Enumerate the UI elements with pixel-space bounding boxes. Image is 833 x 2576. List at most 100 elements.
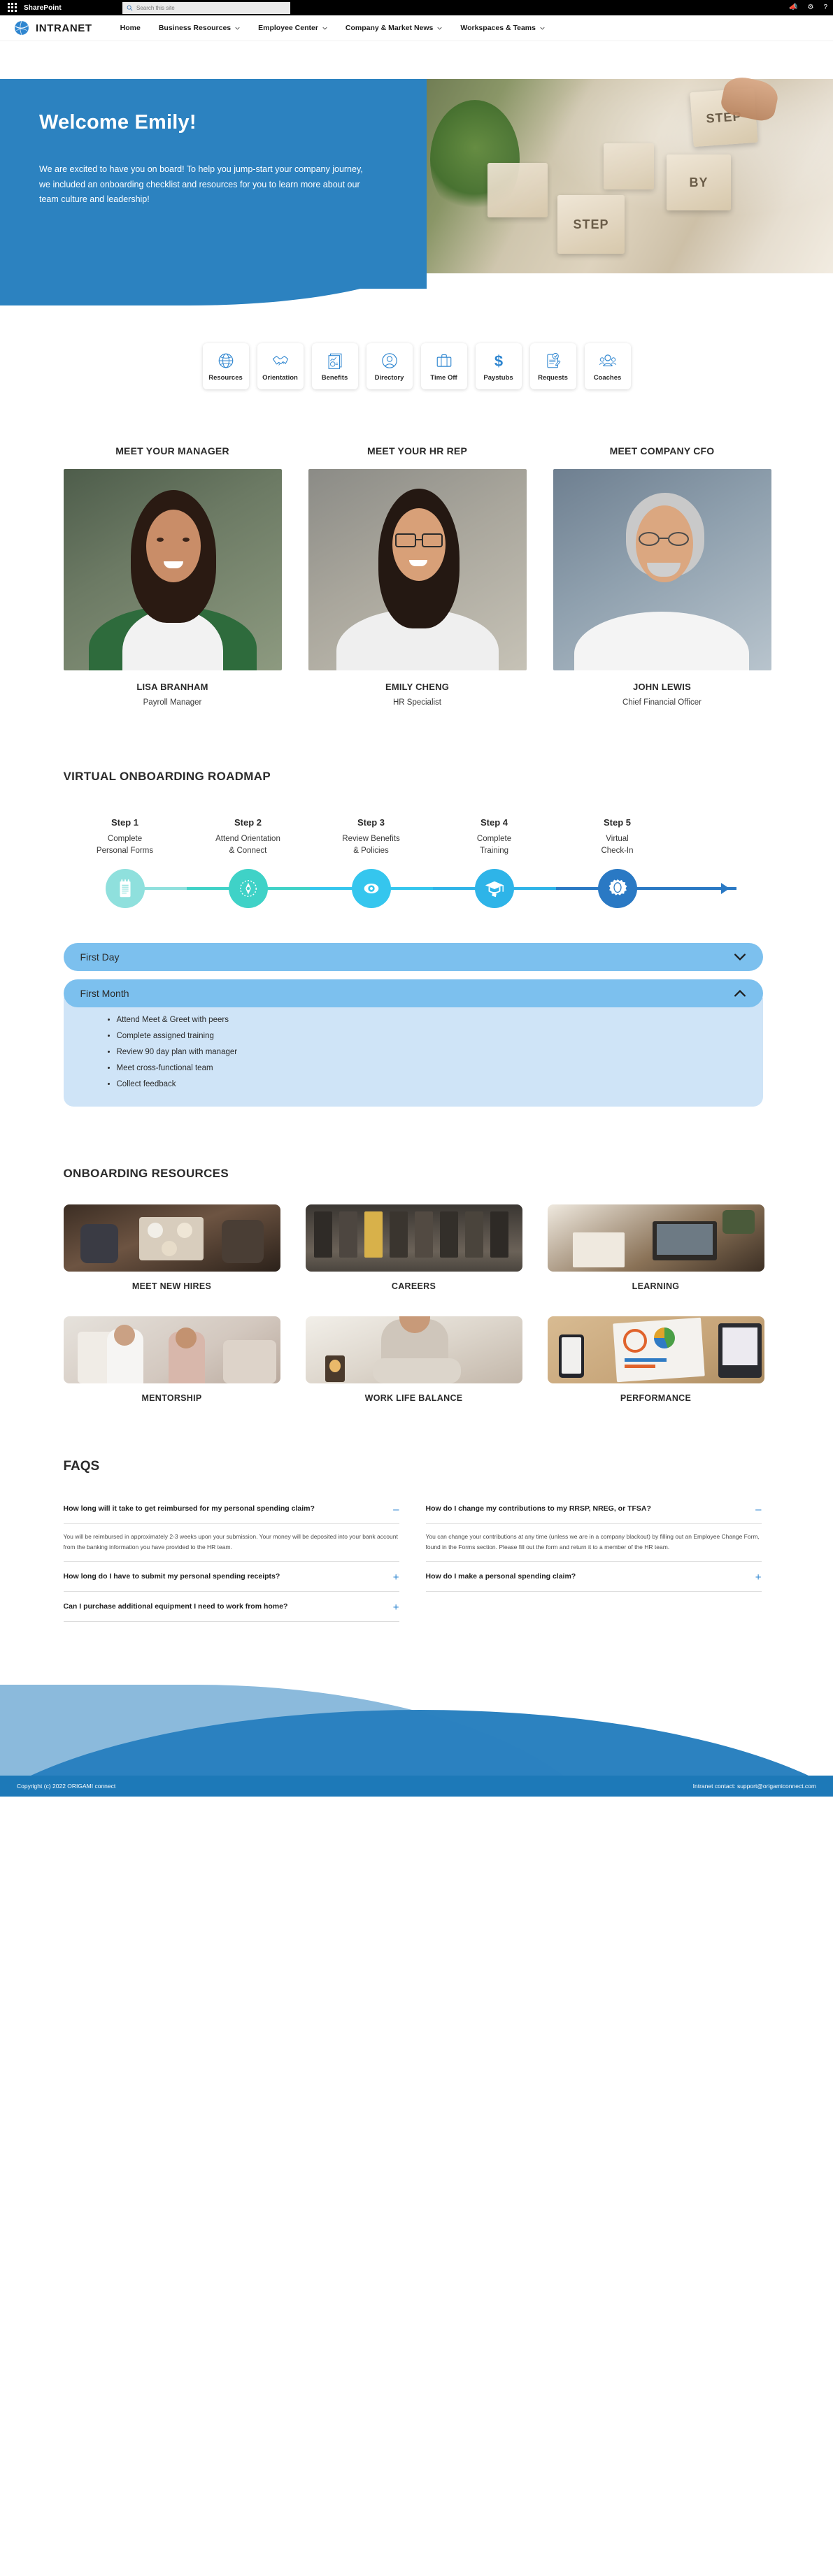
quicklink-orientation[interactable]: Orientation [257, 343, 304, 389]
person-role: Payroll Manager [143, 698, 202, 707]
faq-title: FAQS [63, 1459, 100, 1474]
nav-item-company-market-news[interactable]: Company & Market News [346, 24, 442, 32]
resources-title: ONBOARDING RESOURCES [63, 1167, 229, 1181]
quicklink-label: Benefits [321, 373, 348, 382]
award-badge-icon [608, 879, 627, 896]
quicklink-time-off[interactable]: Time Off [420, 343, 467, 389]
quicklink-label: Requests [538, 373, 568, 382]
people-group-icon [599, 354, 616, 366]
footer-contact[interactable]: Intranet contact: support@origamiconnect… [693, 1783, 816, 1790]
roadmap-arrow-icon [720, 883, 729, 895]
faq-collapse-icon[interactable]: – [393, 1504, 399, 1515]
search-input[interactable] [136, 5, 286, 11]
faq-question-row[interactable]: How do I make a personal spending claim?… [426, 1571, 762, 1583]
faq-question-row[interactable]: How long will it take to get reimbursed … [64, 1504, 399, 1515]
faq-question-row[interactable]: Can I purchase additional equipment I ne… [64, 1602, 399, 1613]
accordion-body: Attend Meet & Greet with peers Complete … [63, 998, 763, 1107]
faq-item: How long will it take to get reimbursed … [63, 1494, 399, 1562]
site-brand[interactable]: INTRANET [14, 20, 92, 36]
person-card[interactable]: MEET YOUR HR REP EMILY CHENG HR Speciali… [308, 445, 527, 707]
footer-wave [0, 1664, 833, 1776]
resource-image [305, 1316, 522, 1384]
resource-card[interactable]: LEARNING [547, 1204, 764, 1291]
nav-label: Employee Center [258, 24, 318, 32]
faq-item: Can I purchase additional equipment I ne… [63, 1592, 399, 1622]
faq-expand-icon[interactable]: + [393, 1572, 399, 1583]
hero-image: STEP BY STEP [420, 73, 833, 273]
faq-question-row[interactable]: How do I change my contributions to my R… [426, 1504, 762, 1515]
accordion-header[interactable]: First Month [63, 979, 763, 1008]
chevron-down-icon [235, 27, 240, 29]
help-icon[interactable]: ? [823, 4, 827, 11]
hero-body: We are excited to have you on board! To … [39, 164, 363, 204]
quicklink-coaches[interactable]: Coaches [584, 343, 631, 389]
gear-icon[interactable]: ⚙ [807, 4, 813, 11]
person-card[interactable]: MEET COMPANY CFO JOHN LEWIS Chief Financ… [553, 445, 771, 707]
nav-label: Business Resources [158, 24, 232, 32]
checklist-item: Review 90 day plan with manager [117, 1048, 763, 1056]
nav-item-workspaces-teams[interactable]: Workspaces & Teams [460, 24, 545, 32]
person-photo [553, 469, 771, 670]
graduation-cap-icon [485, 882, 504, 898]
person-role: HR Specialist [392, 698, 442, 707]
roadmap-step-label: Step 3 Review Benefits & Policies [310, 817, 433, 856]
quicklink-resources[interactable]: Resources [202, 343, 249, 389]
nav-links: Home Business Resources Employee Center … [120, 24, 545, 32]
step-desc: Review Benefits & Policies [342, 835, 400, 855]
notepad-icon [120, 879, 130, 898]
checklist-item: Collect feedback [117, 1080, 763, 1088]
accordion-header[interactable]: First Day [63, 943, 763, 972]
quicklink-benefits[interactable]: Benefits [311, 343, 358, 389]
app-launcher-icon[interactable] [8, 3, 17, 13]
resource-card[interactable]: CAREERS [305, 1204, 522, 1291]
faq-question: How do I make a personal spending claim? [425, 1571, 576, 1581]
quicklink-label: Resources [208, 373, 243, 382]
resource-card[interactable]: MENTORSHIP [63, 1316, 280, 1404]
resource-caption: MENTORSHIP [141, 1393, 202, 1404]
faq-expand-icon[interactable]: + [393, 1602, 399, 1613]
faq-answer: You will be reimbursed in approximately … [63, 1523, 399, 1552]
nav-item-employee-center[interactable]: Employee Center [258, 24, 327, 32]
suite-app-title[interactable]: SharePoint [24, 4, 62, 12]
compass-icon [239, 880, 257, 898]
checklist: Attend Meet & Greet with peers Complete … [106, 1016, 763, 1088]
step-desc: Attend Orientation & Connect [215, 835, 280, 855]
resource-card[interactable]: MEET NEW HIRES [63, 1204, 280, 1291]
quicklink-directory[interactable]: Directory [366, 343, 413, 389]
chevron-up-icon[interactable] [734, 989, 746, 998]
step-number: Step 2 [234, 817, 262, 828]
resources-grid: MEET NEW HIRES CAREERS LEARNING MENTORSH… [63, 1204, 777, 1404]
person-circle-icon [381, 352, 397, 368]
person-heading: MEET YOUR HR REP [367, 445, 467, 456]
nav-label: Company & Market News [345, 24, 434, 32]
resource-card[interactable]: WORK LIFE BALANCE [305, 1316, 522, 1404]
dollar-sign-icon: $ [494, 352, 502, 370]
site-search[interactable] [122, 2, 290, 14]
person-role: Chief Financial Officer [622, 698, 702, 707]
clipboard-pencil-icon [546, 352, 560, 368]
faq-question-row[interactable]: How long do I have to submit my personal… [64, 1571, 399, 1583]
resource-caption: WORK LIFE BALANCE [364, 1393, 463, 1404]
step-number: Step 5 [603, 817, 631, 828]
chevron-down-icon[interactable] [734, 953, 746, 961]
faq-expand-icon[interactable]: + [755, 1572, 762, 1583]
hero-curve [0, 251, 427, 305]
quicklink-label: Directory [374, 373, 404, 382]
intranet-logo-icon [15, 20, 29, 36]
person-card[interactable]: MEET YOUR MANAGER LISA BRANHAM Payroll M… [63, 445, 282, 707]
nav-item-business-resources[interactable]: Business Resources [159, 24, 240, 32]
resource-image [547, 1316, 764, 1384]
faq-question: How long will it take to get reimbursed … [63, 1504, 315, 1513]
resource-card[interactable]: PERFORMANCE [547, 1316, 764, 1403]
nav-item-home[interactable]: Home [120, 24, 141, 32]
person-photo [63, 469, 282, 670]
quicklink-label: Time Off [430, 373, 457, 382]
faq-collapse-icon[interactable]: – [755, 1504, 761, 1515]
step-number: Step 3 [357, 817, 385, 828]
faq-item: How do I make a personal spending claim?… [425, 1562, 762, 1592]
person-heading: MEET YOUR MANAGER [115, 445, 229, 456]
megaphone-icon[interactable]: 📣 [789, 4, 797, 11]
quicklink-requests[interactable]: Requests [529, 343, 576, 389]
quicklink-paystubs[interactable]: $ Paystubs [475, 343, 522, 389]
roadmap-step-label: Step 5 Virtual Check-In [556, 817, 679, 856]
